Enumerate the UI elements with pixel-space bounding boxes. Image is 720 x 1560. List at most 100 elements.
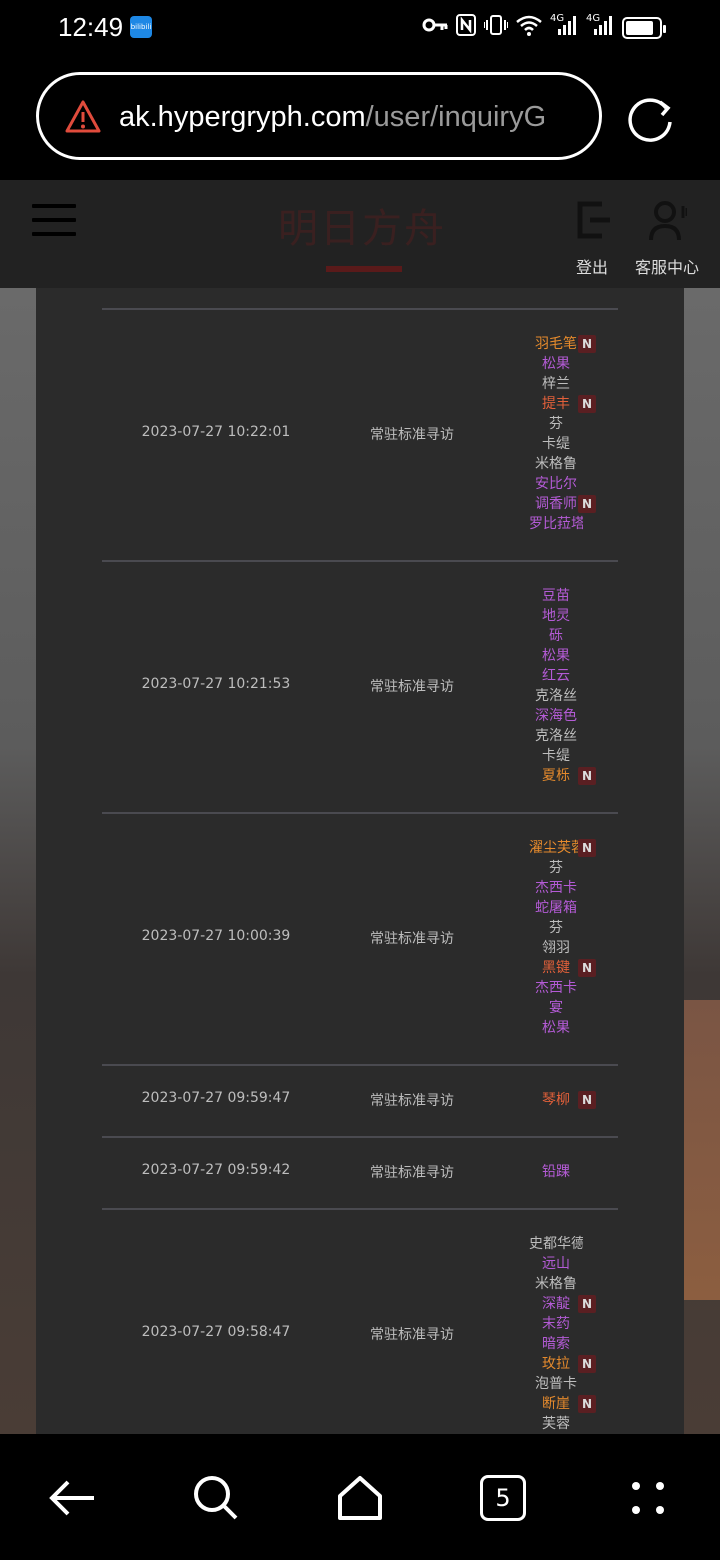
operator-name: 暗索: [542, 1336, 570, 1352]
signal-icon-1: 4G: [550, 13, 578, 42]
logout-button[interactable]: 登出: [568, 198, 616, 278]
operator-name: 濯尘芙蓉: [529, 840, 583, 856]
operator-name: 杰西卡: [535, 880, 577, 896]
list-item: 夏栎 N: [506, 766, 606, 786]
list-item: 蛇屠箱: [506, 898, 606, 918]
record-time: 2023-07-27 09:59:47: [141, 1090, 291, 1106]
operator-name: 梓兰: [542, 376, 570, 392]
record-pool: 常驻标准寻访: [370, 427, 454, 443]
customer-service-button[interactable]: 客服中心: [630, 198, 704, 278]
list-item: 芙蓉: [506, 1414, 606, 1434]
record-pool: 常驻标准寻访: [370, 679, 454, 695]
list-item: 杰西卡: [506, 978, 606, 998]
operator-name: 罗比菈塔: [529, 516, 583, 532]
list-item: 濯尘芙蓉 N: [506, 838, 606, 858]
url-text[interactable]: ak.hypergryph.com/user/inquiryG: [119, 101, 546, 134]
operator-name: 卡缇: [542, 436, 570, 452]
search-icon[interactable]: [190, 1472, 242, 1524]
inquiry-history-panel: 2023-07-27 10:22:01 常驻标准寻访 羽毛笔 N 松果 梓兰 提丰 N 芬卡缇米…: [36, 288, 684, 1434]
tabs-button[interactable]: 5: [480, 1475, 526, 1521]
list-item: 断崖 N: [506, 1394, 606, 1414]
list-item: 黑键 N: [506, 958, 606, 978]
operator-name: 米格鲁: [535, 1276, 577, 1292]
list-item: 松果: [506, 354, 606, 374]
background-art-accent: [680, 1000, 720, 1300]
operator-name: 深海色: [535, 708, 577, 724]
list-item: 芬: [506, 918, 606, 938]
warning-icon[interactable]: [65, 99, 101, 135]
status-icons: 4G 4G: [422, 13, 666, 42]
operator-name: 翎羽: [542, 940, 570, 956]
menu-icon[interactable]: [32, 204, 76, 238]
operator-name: 安比尔: [535, 476, 577, 492]
signal-label-2: 4G: [586, 13, 601, 24]
list-item: 芬: [506, 858, 606, 878]
nfc-icon: [456, 14, 476, 42]
reload-icon[interactable]: [626, 94, 676, 144]
list-item: 远山: [506, 1254, 606, 1274]
operator-name: 羽毛笔: [535, 336, 577, 352]
operator-name: 末药: [542, 1316, 570, 1332]
record-pool: 常驻标准寻访: [370, 931, 454, 947]
address-bar[interactable]: ak.hypergryph.com/user/inquiryG: [36, 72, 602, 160]
operator-name: 芬: [549, 920, 563, 936]
list-item: 松果: [506, 646, 606, 666]
key-icon: [422, 15, 448, 41]
new-badge: N: [578, 1091, 596, 1109]
site-header: 明日方舟 登出 客服中心: [0, 180, 720, 288]
operator-name: 黑键: [542, 960, 570, 976]
list-item: 米格鲁: [506, 1274, 606, 1294]
operator-name: 克洛丝: [535, 728, 577, 744]
operator-name: 玫拉: [542, 1356, 570, 1372]
browser-nav-bar: 5: [0, 1434, 720, 1560]
record-time: 2023-07-27 10:21:53: [141, 676, 291, 692]
operator-list: 豆苗 地灵砾松果 红云 克洛丝 深海色 克洛丝 卡缇 夏栎 N: [506, 586, 606, 786]
list-item: 罗比菈塔: [506, 514, 606, 534]
more-icon[interactable]: [622, 1472, 674, 1524]
row-divider: [102, 812, 618, 814]
list-item: 杰西卡: [506, 878, 606, 898]
site-logo[interactable]: 明日方舟: [278, 196, 448, 276]
list-item: 羽毛笔 N: [506, 334, 606, 354]
list-item: 安比尔: [506, 474, 606, 494]
operator-name: 地灵: [542, 608, 570, 624]
list-item: 琴柳 N: [506, 1090, 606, 1110]
operator-name: 豆苗: [542, 588, 570, 604]
home-icon[interactable]: [334, 1472, 386, 1524]
list-item: 史都华德: [506, 1234, 606, 1254]
operator-list: 羽毛笔 N 松果 梓兰 提丰 N 芬卡缇 米格鲁 安比尔 调香师 N 罗比菈塔: [506, 334, 606, 534]
record-time: 2023-07-27 09:58:47: [141, 1324, 291, 1340]
new-badge: N: [578, 1295, 596, 1313]
new-badge: N: [578, 1355, 596, 1373]
list-item: 克洛丝: [506, 686, 606, 706]
status-bar: 12:49 bilibili 4G 4G: [0, 0, 720, 56]
tabs-count: 5: [495, 1484, 511, 1512]
browser-toolbar: ak.hypergryph.com/user/inquiryG: [0, 56, 720, 180]
list-item: 砾: [506, 626, 606, 646]
operator-name: 史都华德: [529, 1236, 583, 1252]
record-time: 2023-07-27 10:00:39: [141, 928, 291, 944]
operator-name: 米格鲁: [535, 456, 577, 472]
back-icon[interactable]: [46, 1472, 98, 1524]
operator-name: 松果: [542, 648, 570, 664]
list-item: 末药: [506, 1314, 606, 1334]
signal-icon-2: 4G: [586, 13, 614, 42]
list-item: 深海色: [506, 706, 606, 726]
list-item: 铅踝: [506, 1162, 606, 1182]
record-pool: 常驻标准寻访: [370, 1327, 454, 1343]
status-time: 12:49: [58, 12, 124, 42]
list-item: 暗索: [506, 1334, 606, 1354]
operator-name: 红云: [542, 668, 570, 684]
operator-name: 铅踝: [542, 1164, 570, 1180]
operator-name: 芬: [549, 860, 563, 876]
service-label: 客服中心: [634, 258, 699, 277]
new-badge: N: [578, 767, 596, 785]
list-item: 泡普卡: [506, 1374, 606, 1394]
operator-name: 蛇屠箱: [535, 900, 577, 916]
operator-name: 杰西卡: [535, 980, 577, 996]
operator-name: 卡缇: [542, 748, 570, 764]
list-item: 米格鲁: [506, 454, 606, 474]
row-divider: [102, 308, 618, 310]
url-host: ak.hypergryph.com: [119, 101, 366, 133]
new-badge: N: [578, 495, 596, 513]
